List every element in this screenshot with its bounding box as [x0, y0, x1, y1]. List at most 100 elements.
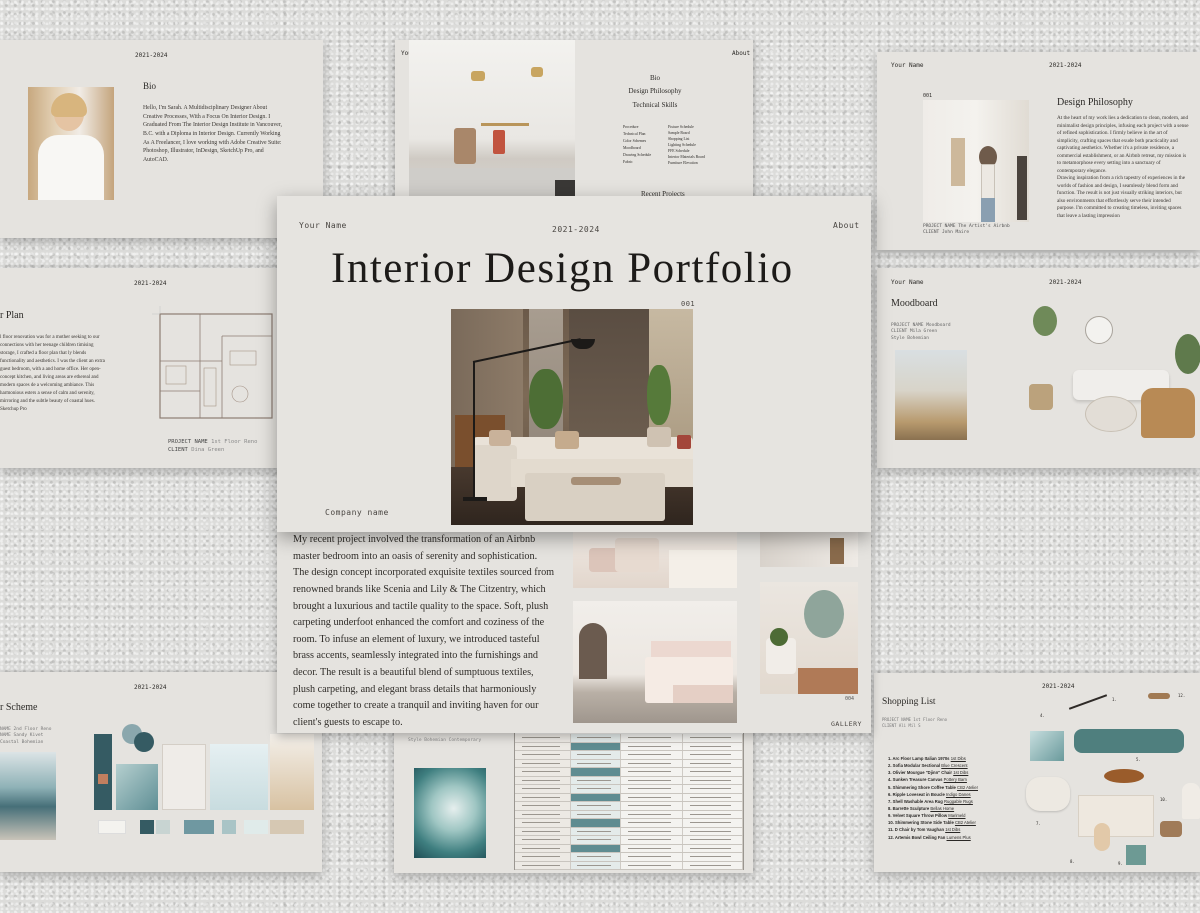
shopping-item-vendor-link[interactable]: 1st Dibs: [945, 827, 960, 832]
schedule-row: [515, 802, 743, 811]
schedule-cell: [515, 759, 571, 767]
shopping-item: 1. Arc Floor Lamp Italian 1970s 1st Dibs: [888, 755, 978, 762]
shopping-item-vendor-link[interactable]: 1st Dibs: [951, 756, 966, 761]
schedule-row: [515, 751, 743, 760]
shopping-years: 2021-2024: [1042, 683, 1075, 690]
schedule-cell: [571, 827, 621, 835]
shopping-pillow: [1126, 845, 1146, 865]
shopping-item: 10. Shimmering Stone Side Table CB2 Atel…: [888, 819, 978, 826]
shopping-canvas: [1030, 731, 1064, 761]
shopping-item-vendor-link[interactable]: 1st Dibs: [953, 770, 968, 775]
schedule-cell: [621, 853, 683, 861]
schedule-cell: [515, 827, 571, 835]
philosophy-photo: [923, 100, 1029, 222]
swatch: [244, 820, 268, 834]
shopping-item-vendor-link[interactable]: Bellas Home: [930, 806, 954, 811]
schedule-cell: [683, 776, 743, 784]
contents-nav: About: [732, 50, 751, 57]
skill-left: Fabric: [623, 160, 633, 165]
shopping-item: 9. Velvet Square Throw Pillow Marimeld: [888, 812, 978, 819]
shopping-item-name: 2. Sofia Modular Sectional: [888, 763, 941, 769]
schedule-cell: [515, 844, 571, 852]
menu-design-philosophy[interactable]: Design Philosophy: [613, 85, 697, 98]
skill-left: Technical Plan: [623, 132, 646, 137]
floorplan-years: 2021-2024: [134, 280, 167, 287]
shopping-item-vendor-link[interactable]: Marimeld: [948, 813, 965, 818]
gallery-num: 004: [845, 696, 855, 702]
schedule-table: [514, 732, 744, 870]
schedule-cell: [683, 742, 743, 750]
shopping-item-vendor-link[interactable]: Indigo Danes: [946, 792, 971, 797]
schedule-row: [515, 742, 743, 751]
kitchen-photo: [409, 40, 575, 205]
hero-living-room-photo: [451, 309, 693, 525]
page-title: Interior Design Portfolio: [331, 245, 794, 292]
main-years: 2021-2024: [552, 225, 600, 234]
schedule-cell: [683, 751, 743, 759]
menu-bio[interactable]: Bio: [635, 72, 675, 85]
shopping-d-chair: [1182, 783, 1200, 819]
schedule-row: [515, 844, 743, 853]
shopping-item-vendor-link[interactable]: CB2 Atelier: [957, 785, 978, 790]
colorscheme-heading: r Scheme: [0, 702, 38, 713]
swatch: [184, 820, 214, 834]
schedule-row: [515, 827, 743, 836]
moodboard-ottoman: [1085, 396, 1137, 432]
floorplan-meta: PROJECT NAME 1st Floor Reno CLIENT Dina …: [168, 438, 257, 455]
main-nav-about[interactable]: About: [833, 221, 860, 230]
schedule-cell: [683, 759, 743, 767]
colorscheme-collage: [94, 734, 314, 812]
shopping-side-table: [1160, 821, 1182, 837]
schedule-cell: [571, 785, 621, 793]
menu-technical-skills[interactable]: Technical Skills: [613, 99, 697, 112]
skill-left: Color Schemes: [623, 139, 647, 144]
schedule-cell: [683, 810, 743, 818]
moodboard-plant-left: [1033, 306, 1057, 336]
skill-left: Procedure: [623, 125, 639, 129]
shopping-item-name: 6. Ripple Loveseat in Boucle: [888, 791, 945, 797]
shopping-sofa: [1074, 729, 1184, 753]
shopping-item: 12. Artemis Bowl Ceiling Fan Lumens Plus: [888, 834, 978, 841]
schedule-cell: [515, 836, 571, 844]
shopping-fan: [1148, 693, 1170, 699]
shopping-item-vendor-link[interactable]: CB2 Atelier: [955, 820, 976, 825]
shopping-callout: 10.: [1160, 797, 1168, 802]
schedule-cell: [515, 742, 571, 750]
shopping-item-name: 1. Arc Floor Lamp Italian 1970s: [888, 756, 950, 761]
schedule-slide: Style Bohemian Contemporary 007: [394, 728, 753, 873]
shopping-item-vendor-link[interactable]: Ruggable Rugs: [944, 799, 973, 804]
title-slide: Your Name 2021-2024 About Interior Desig…: [277, 196, 871, 532]
schedule-cell: [571, 776, 621, 784]
moodboard-style: Style Bohemian: [891, 335, 929, 341]
moodboard-plant-right: [1175, 334, 1200, 374]
colorscheme-years: 2021-2024: [134, 684, 167, 691]
shopping-item-vendor-link[interactable]: Lumens Plus: [947, 835, 971, 840]
shopping-items: 1. Arc Floor Lamp Italian 1970s 1st Dibs…: [888, 755, 978, 841]
schedule-cell: [571, 853, 621, 861]
schedule-row: [515, 810, 743, 819]
shopping-item-vendor-link[interactable]: Pottery Barn: [944, 777, 967, 782]
bio-slide: 2021-2024 Bio Hello, I'm Sarah. A Multid…: [0, 40, 323, 238]
shopping-item: 4. Sunken Treasure Canvas Pottery Barn: [888, 776, 978, 783]
schedule-row: [515, 776, 743, 785]
schedule-cell: [683, 827, 743, 835]
schedule-cell: [683, 734, 743, 742]
schedule-cell: [683, 836, 743, 844]
schedule-cell: [683, 844, 743, 852]
shopping-item: 6. Ripple Loveseat in Boucle Indigo Dane…: [888, 791, 978, 798]
schedule-cell: [621, 827, 683, 835]
shopping-item-vendor-link[interactable]: Blue Crescent: [941, 763, 967, 768]
schedule-cell: [683, 785, 743, 793]
shopping-meta-line: CLIENT Ali Mil S: [882, 722, 921, 728]
gallery-label[interactable]: GALLERY: [831, 720, 862, 728]
schedule-cell: [515, 793, 571, 801]
schedule-cell: [571, 742, 621, 750]
schedule-cell: [571, 751, 621, 759]
schedule-row: [515, 793, 743, 802]
schedule-cell: [515, 819, 571, 827]
swatch: [98, 820, 126, 834]
shopping-callout: 4.: [1040, 713, 1045, 718]
philosophy-years: 2021-2024: [1049, 62, 1082, 69]
schedule-cell: [571, 810, 621, 818]
schedule-cell: [571, 793, 621, 801]
